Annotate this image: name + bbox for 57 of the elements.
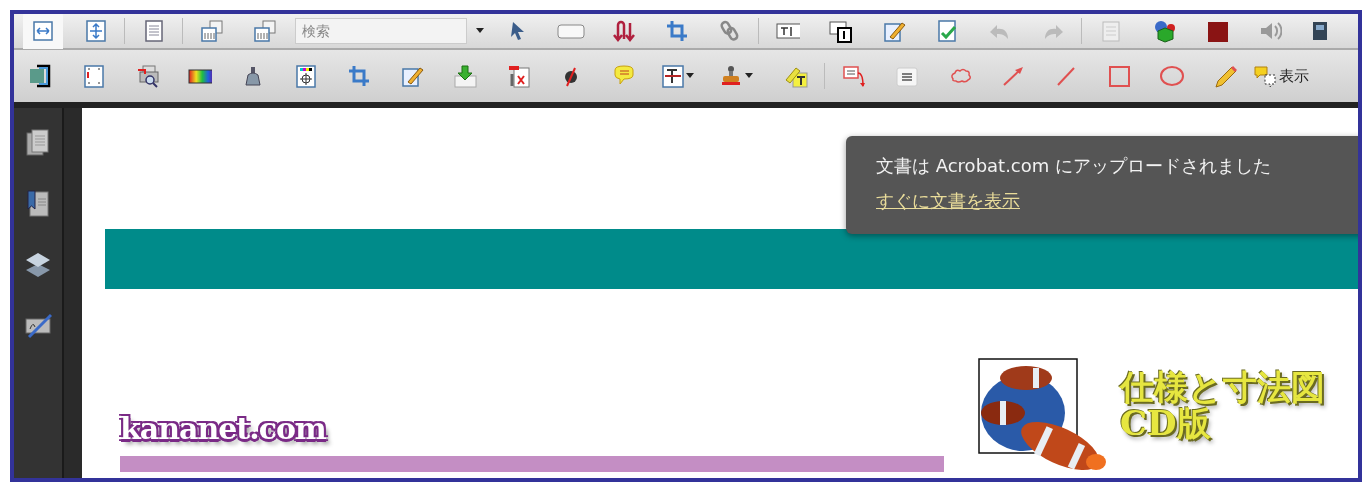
page-layout-button[interactable] xyxy=(252,19,277,43)
caret-icon[interactable] xyxy=(685,73,694,79)
comments-icon xyxy=(1253,64,1277,88)
bookmark-icon xyxy=(24,189,52,217)
bookmark-button[interactable] xyxy=(24,189,52,217)
rectangle-button[interactable] xyxy=(1106,64,1131,88)
caret-icon[interactable] xyxy=(476,28,484,34)
pencil-icon xyxy=(1212,64,1237,88)
fit-width-button[interactable] xyxy=(22,14,63,49)
callout-icon xyxy=(841,64,866,88)
pencil-button[interactable] xyxy=(1212,64,1237,88)
fit-page-button[interactable] xyxy=(83,19,108,43)
heading-text: 仕様と寸法図 xyxy=(1120,370,1325,406)
frame-button[interactable] xyxy=(28,64,53,88)
page-layout-icon xyxy=(199,19,224,43)
crop-icon xyxy=(346,64,371,88)
registration-icon xyxy=(293,64,318,88)
heading-text: CD版 xyxy=(1120,405,1211,442)
signature-button[interactable] xyxy=(24,311,52,339)
registration-button[interactable] xyxy=(293,64,318,88)
page-box-icon xyxy=(81,64,106,88)
numbered-field-button[interactable] xyxy=(828,19,853,43)
arrows-button[interactable] xyxy=(611,19,636,43)
crop-button[interactable] xyxy=(346,64,371,88)
crop-icon xyxy=(664,19,689,43)
page-layout-button[interactable] xyxy=(199,19,224,43)
fit-page-icon xyxy=(83,19,108,43)
ellipse-icon xyxy=(1159,64,1184,88)
notification-message: 文書は Acrobat.com にアップロードされました xyxy=(876,154,1272,178)
download-icon xyxy=(452,64,477,88)
layers-icon xyxy=(24,250,52,278)
logo-text: kananet.com xyxy=(117,409,334,452)
stamp-icon xyxy=(719,64,743,88)
callout-button[interactable] xyxy=(841,64,866,88)
download-button[interactable] xyxy=(452,64,477,88)
frame-icon xyxy=(28,64,53,88)
stamp-button[interactable] xyxy=(719,64,743,88)
numbered-field-icon xyxy=(828,19,853,43)
text-box-icon xyxy=(894,64,919,88)
text-edit-icon xyxy=(659,64,684,88)
signature-icon xyxy=(24,311,52,339)
search-field[interactable]: 検索 xyxy=(295,18,467,44)
view-document-link[interactable]: すぐに文書を表示 xyxy=(876,187,1020,214)
caret-icon[interactable] xyxy=(745,73,753,79)
arrows-icon xyxy=(611,19,636,43)
text-edit-button[interactable] xyxy=(659,64,684,88)
text-box-button[interactable] xyxy=(894,64,919,88)
ellipse-button[interactable] xyxy=(1159,64,1184,88)
rectangle-icon xyxy=(1106,64,1131,88)
crop-button[interactable] xyxy=(664,19,689,43)
page-layout-icon xyxy=(252,19,277,43)
page-box-button[interactable] xyxy=(81,64,106,88)
fit-width-icon xyxy=(30,19,55,43)
layers-button[interactable] xyxy=(24,250,52,278)
pages-icon xyxy=(24,128,52,156)
pages-button[interactable] xyxy=(24,128,52,156)
show-comments-button[interactable]: 表示 xyxy=(1253,64,1309,88)
